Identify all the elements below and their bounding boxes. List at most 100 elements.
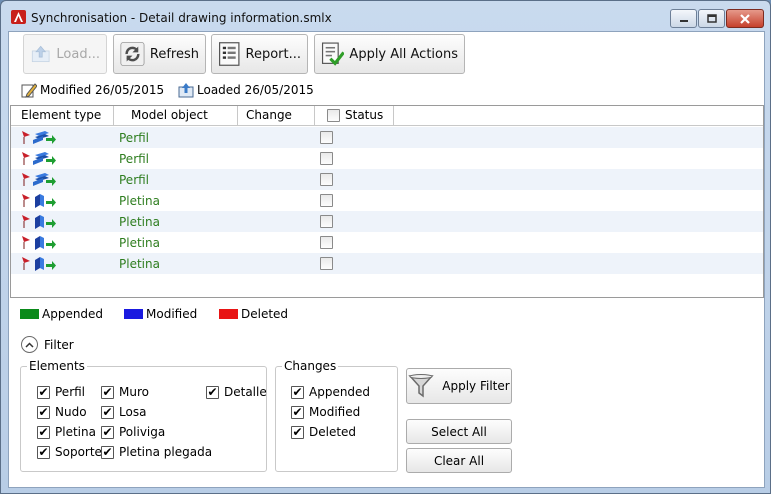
column-label: Status bbox=[345, 108, 384, 122]
select-all-button[interactable]: Select All bbox=[406, 419, 512, 444]
load-label: Load... bbox=[56, 46, 100, 62]
table-row[interactable]: Perfil bbox=[11, 127, 763, 148]
column-header-model-object[interactable]: Model object bbox=[114, 106, 238, 126]
model-object-cell: Perfil bbox=[119, 131, 150, 145]
filter-appended-checkbox[interactable]: ✔ Appended bbox=[291, 385, 370, 399]
apply-all-actions-button[interactable]: Apply All Actions bbox=[314, 34, 465, 74]
filter-perfil-checkbox[interactable]: ✔ Perfil bbox=[37, 385, 85, 399]
table-row[interactable]: Pletina bbox=[11, 190, 763, 211]
filter-poliviga-checkbox[interactable]: ✔ Poliviga bbox=[101, 425, 165, 439]
minimize-button[interactable] bbox=[670, 9, 697, 28]
report-button[interactable]: Report... bbox=[211, 34, 308, 74]
checked-icon: ✔ bbox=[37, 405, 50, 419]
filter-losa-checkbox[interactable]: ✔ Losa bbox=[101, 405, 146, 419]
changes-group-title: Changes bbox=[282, 359, 339, 373]
clear-all-button[interactable]: Clear All bbox=[406, 448, 512, 473]
refresh-button[interactable]: Refresh bbox=[113, 34, 206, 74]
model-object-cell: Pletina bbox=[119, 257, 160, 271]
checkbox-label: Soporte bbox=[55, 445, 102, 459]
column-header-status[interactable]: Status bbox=[315, 106, 394, 126]
beam-append-icon bbox=[21, 130, 57, 145]
loaded-icon bbox=[178, 83, 194, 98]
status-checkbox[interactable] bbox=[320, 257, 333, 270]
sync-window: Synchronisation - Detail drawing informa… bbox=[0, 0, 771, 494]
title-bar: Synchronisation - Detail drawing informa… bbox=[1, 1, 770, 31]
load-icon bbox=[31, 45, 50, 63]
filter-modified-checkbox[interactable]: ✔ Modified bbox=[291, 405, 360, 419]
filter-muro-checkbox[interactable]: ✔ Muro bbox=[101, 385, 149, 399]
filter-toggle[interactable]: Filter bbox=[21, 336, 74, 353]
filter-detalle-checkbox[interactable]: ✔ Detalle bbox=[206, 385, 267, 399]
checkbox-label: Pletina plegada bbox=[119, 445, 213, 459]
checked-icon: ✔ bbox=[101, 385, 114, 399]
elements-group: Elements ✔ Perfil ✔ Nudo ✔ Pletina ✔ Soporte… bbox=[20, 359, 267, 472]
checkbox-label: Modified bbox=[309, 405, 361, 419]
checkbox-label: Muro bbox=[119, 385, 149, 399]
legend-appended: Appended bbox=[20, 307, 103, 321]
filter-pletina-plegada-checkbox[interactable]: ✔ Pletina plegada bbox=[101, 445, 212, 459]
checkbox-label: Pletina bbox=[55, 425, 96, 439]
checkbox-label: Losa bbox=[119, 405, 147, 419]
status-checkbox[interactable] bbox=[320, 152, 333, 165]
column-header-change[interactable]: Change bbox=[238, 106, 315, 126]
checked-icon: ✔ bbox=[37, 445, 50, 459]
table-row[interactable]: Perfil bbox=[11, 169, 763, 190]
status-checkbox[interactable] bbox=[320, 236, 333, 249]
column-label: Change bbox=[246, 108, 292, 122]
beam-append-icon bbox=[21, 151, 57, 166]
legend-label: Modified bbox=[146, 307, 198, 321]
loaded-date: Loaded 26/05/2015 bbox=[197, 83, 314, 97]
checkbox-label: Deleted bbox=[309, 425, 357, 439]
collapse-chevron-icon bbox=[21, 336, 38, 353]
filter-deleted-checkbox[interactable]: ✔ Deleted bbox=[291, 425, 356, 439]
apply-filter-button[interactable]: Apply Filter bbox=[406, 368, 512, 404]
table-row[interactable]: Pletina bbox=[11, 211, 763, 232]
deleted-swatch bbox=[219, 309, 238, 319]
table-row[interactable]: Perfil bbox=[11, 148, 763, 169]
changes-group: Changes ✔ Appended ✔ Modified ✔ Deleted bbox=[275, 359, 398, 472]
edit-pencil-icon bbox=[21, 83, 37, 98]
checkbox-label: Appended bbox=[309, 385, 371, 399]
legend-modified: Modified bbox=[124, 307, 197, 321]
plate-append-icon bbox=[21, 193, 57, 208]
checkbox-label: Poliviga bbox=[119, 425, 166, 439]
checkbox-label: Nudo bbox=[55, 405, 87, 419]
filter-soporte-checkbox[interactable]: ✔ Soporte bbox=[37, 445, 102, 459]
status-checkbox[interactable] bbox=[320, 131, 333, 144]
status-select-all-checkbox[interactable] bbox=[327, 109, 340, 122]
sync-grid: Element type Model object Change Status … bbox=[10, 105, 764, 298]
grid-header: Element type Model object Change Status bbox=[11, 106, 763, 126]
plate-append-icon bbox=[21, 256, 57, 271]
close-button[interactable] bbox=[726, 9, 764, 28]
maximize-icon bbox=[706, 14, 717, 23]
model-object-cell: Pletina bbox=[119, 215, 160, 229]
filter-nudo-checkbox[interactable]: ✔ Nudo bbox=[37, 405, 87, 419]
filter-pletina-checkbox[interactable]: ✔ Pletina bbox=[37, 425, 96, 439]
elements-group-title: Elements bbox=[27, 359, 87, 373]
maximize-button[interactable] bbox=[698, 9, 725, 28]
table-row[interactable]: Pletina bbox=[11, 232, 763, 253]
table-row[interactable]: Pletina bbox=[11, 253, 763, 274]
column-label: Element type bbox=[21, 108, 102, 122]
column-header-element-type[interactable]: Element type bbox=[11, 106, 114, 126]
checkbox-label: Detalle bbox=[224, 385, 267, 399]
legend-deleted: Deleted bbox=[219, 307, 288, 321]
status-checkbox[interactable] bbox=[320, 194, 333, 207]
window-title: Synchronisation - Detail drawing informa… bbox=[31, 11, 332, 25]
status-checkbox[interactable] bbox=[320, 215, 333, 228]
model-object-cell: Perfil bbox=[119, 173, 150, 187]
checked-icon: ✔ bbox=[101, 405, 114, 419]
apply-all-icon bbox=[321, 42, 345, 66]
plate-append-icon bbox=[21, 235, 57, 250]
status-checkbox[interactable] bbox=[320, 173, 333, 186]
checkbox-label: Perfil bbox=[55, 385, 86, 399]
checked-icon: ✔ bbox=[101, 425, 114, 439]
close-icon bbox=[740, 13, 750, 24]
checked-icon: ✔ bbox=[101, 445, 114, 459]
load-button[interactable]: Load... bbox=[23, 34, 107, 74]
model-object-cell: Pletina bbox=[119, 194, 160, 208]
report-label: Report... bbox=[245, 46, 302, 62]
checked-icon: ✔ bbox=[37, 385, 50, 399]
checked-icon: ✔ bbox=[291, 385, 304, 399]
autocad-app-icon bbox=[11, 10, 26, 24]
